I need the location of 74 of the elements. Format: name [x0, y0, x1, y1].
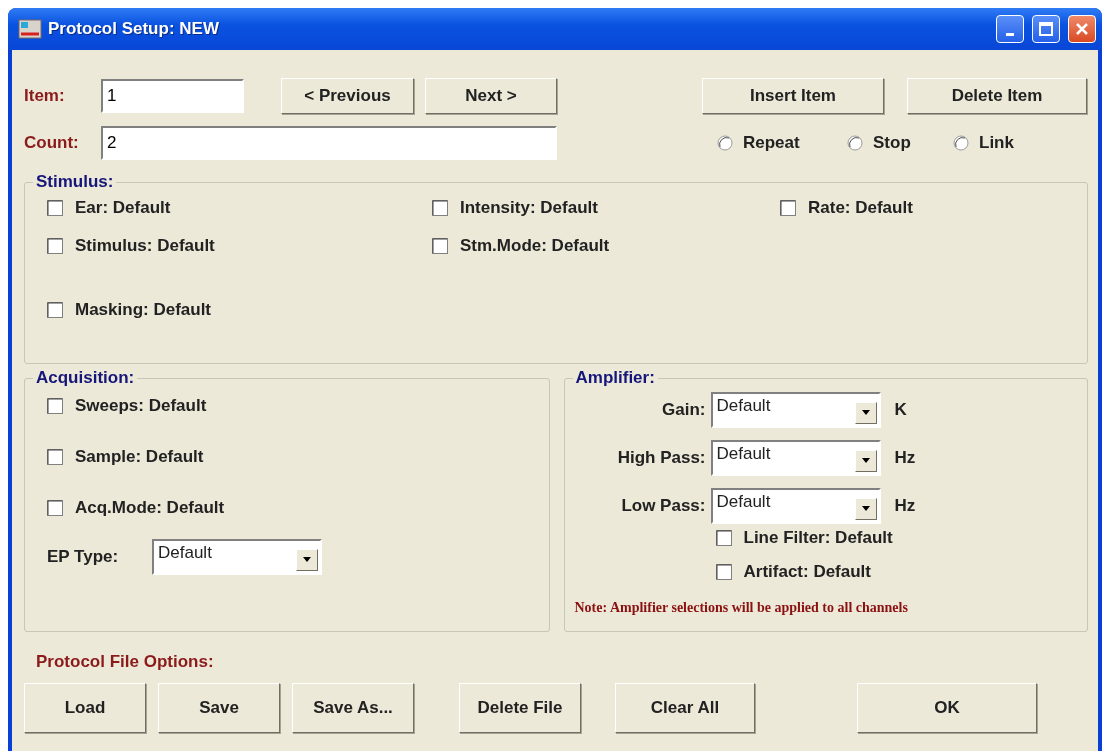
close-button[interactable] [1068, 15, 1096, 43]
unit-label: Hz [894, 448, 916, 468]
field-label: Low Pass: [620, 496, 707, 516]
checkbox-label: Masking: Default [75, 300, 212, 320]
radio-button[interactable] [847, 135, 863, 151]
checkbox[interactable] [780, 200, 796, 216]
checkbox[interactable] [47, 449, 63, 465]
checkbox-label: Intensity: Default [460, 198, 598, 218]
close-icon [1074, 21, 1090, 37]
dropdown-value: Default [715, 491, 772, 513]
field-label: EP Type: [47, 547, 120, 567]
checkbox[interactable] [715, 564, 732, 580]
checkbox[interactable] [432, 238, 448, 254]
radio-label: Link [979, 133, 1014, 153]
checkbox-label: Acq.Mode: Default [75, 498, 225, 518]
note-text: Note: Amplifier selections will be applied to all channels [574, 600, 909, 616]
checkbox[interactable] [47, 200, 63, 216]
checkbox-label: Line Filter: Default [743, 528, 893, 548]
unit-label: Hz [894, 496, 916, 516]
checkbox-label: Sweeps: Default [75, 396, 207, 416]
next-button[interactable]: Next > [425, 78, 557, 114]
dropdown[interactable]: Default [152, 539, 322, 575]
checkbox[interactable] [715, 530, 732, 546]
dropdown[interactable]: Default [710, 392, 881, 428]
group-title: Acquisition: [35, 368, 136, 388]
minimize-button[interactable] [996, 15, 1024, 43]
radio-label: Repeat [743, 133, 800, 153]
unit-label: K [894, 400, 907, 420]
checkbox-label: Sample: Default [75, 447, 204, 467]
dropdown-arrow-icon[interactable] [860, 410, 871, 416]
radio-button[interactable] [953, 135, 969, 151]
file-button[interactable]: Save [158, 683, 280, 733]
dropdown-arrow-icon[interactable] [302, 557, 312, 563]
field-label: Count: [24, 133, 80, 153]
maximize-button[interactable] [1032, 15, 1060, 43]
checkbox[interactable] [47, 398, 63, 414]
section-label: Protocol File Options: [36, 652, 215, 672]
input-field[interactable]: 1 [101, 79, 244, 113]
field-label: Gain: [661, 400, 707, 420]
file-button[interactable]: Save As... [292, 683, 414, 733]
dropdown-arrow-icon[interactable] [860, 458, 871, 464]
app-icon [18, 18, 42, 40]
file-button[interactable]: Load [24, 683, 146, 733]
delete-item-button[interactable]: Delete Item [907, 78, 1087, 114]
minimize-icon [1006, 33, 1014, 36]
maximize-icon [1038, 21, 1054, 37]
input-field[interactable]: 2 [101, 126, 557, 160]
ok-button[interactable]: OK [857, 683, 1037, 733]
checkbox-label: Rate: Default [808, 198, 913, 218]
dropdown[interactable]: Default [710, 440, 881, 476]
checkbox[interactable] [47, 500, 63, 516]
file-button[interactable]: Clear All [615, 683, 755, 733]
dropdown-value: Default [157, 542, 213, 564]
checkbox-label: Artifact: Default [743, 562, 871, 582]
insert-item-button[interactable]: Insert Item [702, 78, 884, 114]
group-title: Amplifier: [574, 368, 656, 388]
dropdown-value: Default [715, 395, 772, 417]
field-label: High Pass: [616, 448, 707, 468]
dropdown-value: Default [715, 443, 772, 465]
window-title: Protocol Setup: NEW [48, 19, 220, 39]
checkbox[interactable] [47, 302, 63, 318]
file-button[interactable]: Delete File [459, 683, 581, 733]
radio-button[interactable] [717, 135, 733, 151]
previous-button[interactable]: < Previous [281, 78, 414, 114]
field-label: Item: [24, 86, 66, 106]
checkbox-label: Stimulus: Default [75, 236, 215, 256]
radio-label: Stop [873, 133, 911, 153]
checkbox-label: Stm.Mode: Default [460, 236, 610, 256]
checkbox-label: Ear: Default [75, 198, 171, 218]
checkbox[interactable] [432, 200, 448, 216]
group-title: Stimulus: [35, 172, 115, 192]
dropdown[interactable]: Default [710, 488, 881, 524]
checkbox[interactable] [47, 238, 63, 254]
dropdown-arrow-icon[interactable] [860, 506, 871, 512]
